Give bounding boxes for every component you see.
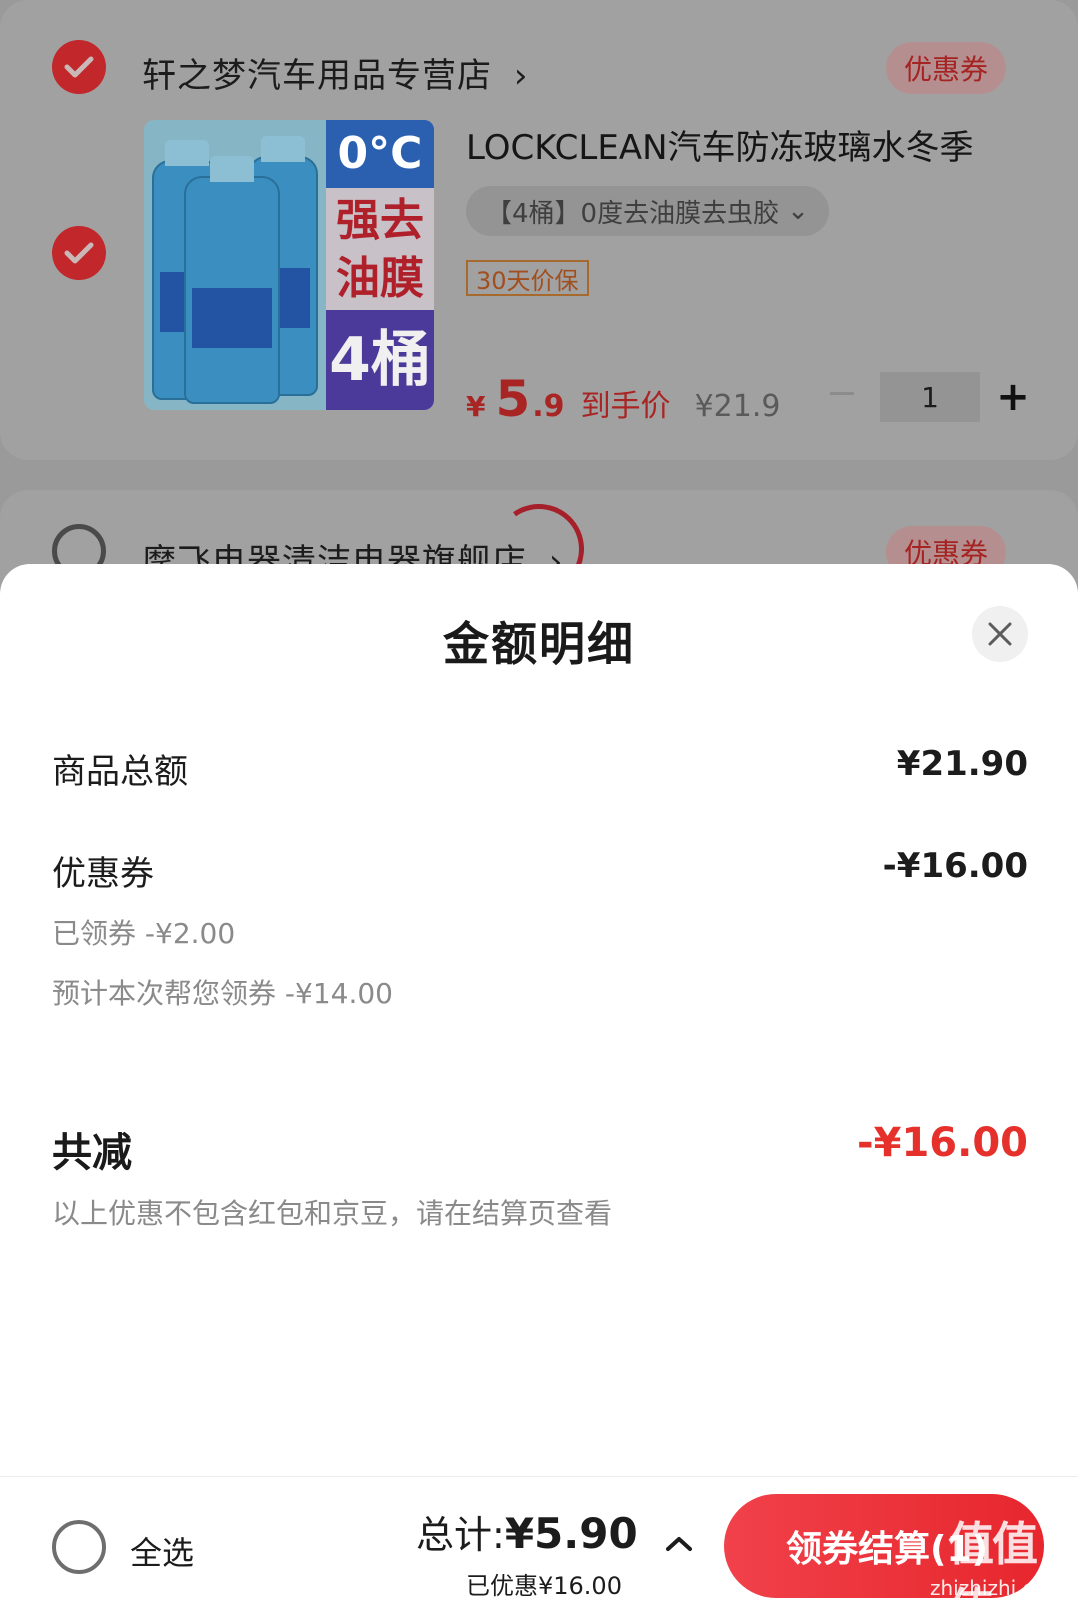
coupon-value: -¥16.00: [882, 846, 1028, 886]
price-protect-badge: 30天价保: [466, 260, 589, 296]
select-all-label[interactable]: 全选: [130, 1528, 194, 1574]
store-name-link[interactable]: 轩之梦汽车用品专营店 ›: [142, 48, 528, 97]
price-integer: 5: [495, 370, 531, 428]
quantity-increase-button[interactable]: +: [996, 377, 1030, 417]
original-price: ¥21.9: [694, 389, 781, 424]
product-image[interactable]: 0°C 强去油膜 4桶: [144, 120, 434, 410]
product-checkbox-checked[interactable]: [52, 226, 106, 280]
quantity-input[interactable]: 1: [880, 372, 980, 422]
check-icon: [64, 56, 94, 78]
chevron-right-icon: ›: [513, 56, 529, 96]
amount-detail-sheet: [0, 564, 1078, 1476]
total-value: ¥5.90: [504, 1509, 638, 1558]
close-icon: [988, 622, 1012, 646]
product-title[interactable]: LOCKCLEAN汽车防冻玻璃水冬季: [466, 120, 974, 169]
price-decimal: .9: [532, 389, 565, 424]
select-all-checkbox[interactable]: [52, 1520, 106, 1574]
close-button[interactable]: [972, 606, 1028, 662]
total-label: 总计:: [416, 1513, 505, 1557]
total-sum: 总计: ¥5.90: [416, 1504, 638, 1559]
quantity-decrease-button[interactable]: [830, 392, 854, 395]
chevron-down-icon: ⌄: [787, 196, 809, 226]
spec-selector[interactable]: 【4桶】0度去油膜去虫胶 ⌄: [466, 186, 829, 236]
chevron-up-icon[interactable]: [664, 1534, 694, 1554]
saved-amount: 已优惠¥16.00: [466, 1572, 622, 1600]
check-icon: [64, 242, 94, 264]
total-reduce-label: 共减: [52, 1130, 132, 1176]
product-promo-panel: 0°C 强去油膜 4桶: [326, 120, 434, 410]
total-reduce-value: -¥16.00: [857, 1120, 1028, 1166]
store-checkbox-checked[interactable]: [52, 40, 106, 94]
watermark-url: zhizhizhi.com: [930, 1576, 1066, 1600]
store-name: 轩之梦汽车用品专营店: [142, 56, 492, 96]
coupon-label: 优惠券: [52, 854, 154, 894]
goods-total-value: ¥21.90: [896, 744, 1028, 784]
promo-count: 4桶: [329, 325, 431, 395]
estimated-coupon: 预计本次帮您领券 -¥14.00: [52, 977, 393, 1010]
bottle-graphic: [184, 156, 280, 404]
final-price-tag: 到手价: [580, 389, 671, 424]
coupon-button[interactable]: 优惠券: [886, 42, 1007, 94]
price-currency: ¥: [466, 390, 486, 423]
sheet-title: 金额明细: [443, 617, 635, 671]
price-line: ¥ 5 .9 到手价 ¥21.9: [466, 370, 780, 428]
goods-total-label: 商品总额: [52, 752, 188, 792]
spec-label: 【4桶】0度去油膜去虫胶: [486, 198, 780, 229]
discount-note: 以上优惠不包含红包和京豆，请在结算页查看: [52, 1197, 613, 1230]
promo-text: 强去油膜: [326, 188, 434, 310]
claimed-coupon: 已领券 -¥2.00: [52, 917, 236, 950]
promo-temperature: 0°C: [326, 120, 434, 188]
